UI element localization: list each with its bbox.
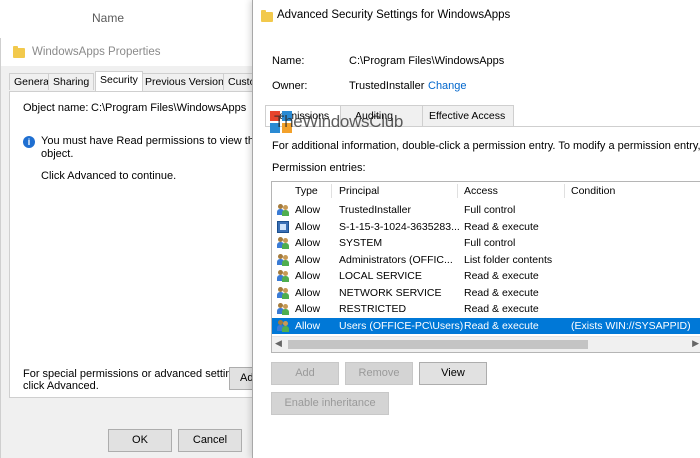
principal-cell: NETWORK SERVICE (339, 286, 442, 299)
principal-cell: RESTRICTED (339, 303, 407, 315)
principal-cell: S-1-15-3-1024-3635283... (339, 220, 460, 233)
info-message-line2: object. (41, 148, 74, 160)
info-icon: i (23, 136, 35, 148)
permission-entry-row[interactable]: Allow RESTRICTED Read & execute (272, 301, 700, 317)
properties-title: WindowsApps Properties (32, 46, 161, 58)
access-cell: Read & execute (464, 319, 539, 332)
principal-cell: LOCAL SERVICE (339, 270, 422, 282)
tab-previous-versions[interactable]: Previous Versions (140, 73, 235, 90)
users-icon (277, 237, 290, 249)
properties-tabs: General Sharing Security Previous Versio… (9, 71, 261, 92)
users-icon (277, 204, 290, 216)
cancel-button[interactable]: Cancel (178, 429, 242, 452)
permission-entry-row[interactable]: Allow Users (OFFICE-PC\Users) Read & execu… (272, 317, 700, 334)
column-separator[interactable] (564, 184, 565, 198)
view-button[interactable]: View (419, 362, 487, 385)
access-cell: List folder contents (464, 253, 553, 266)
principal-cell: Users (OFFICE-PC\Users) (339, 319, 464, 332)
access-cell: Full control (464, 204, 516, 216)
principal-cell: TrustedInstaller (339, 204, 411, 216)
type-cell: Allow (295, 237, 321, 249)
horizontal-scrollbar[interactable]: ◀ ▶ (272, 336, 700, 352)
remove-button[interactable]: Remove (345, 362, 413, 385)
properties-titlebar[interactable]: WindowsApps Properties (1, 38, 253, 66)
permission-entries-list[interactable]: Type Principal Access Condition Allow Tru… (271, 181, 700, 353)
object-name-label: Object name: (23, 102, 89, 114)
type-cell: Allow (295, 286, 321, 299)
change-owner-link[interactable]: Change (428, 80, 467, 92)
type-cell: Allow (295, 319, 321, 332)
users-icon (277, 253, 290, 266)
advanced-security-window: Advanced Security Settings for WindowsAp… (252, 0, 700, 458)
enable-inheritance-button[interactable]: Enable inheritance (271, 392, 389, 415)
principal-cell: Administrators (OFFIC... (339, 253, 453, 266)
security-panel: Object name: C:\Program Files\WindowsApp… (9, 91, 291, 398)
object-name-value: C:\Program Files\WindowsApps (91, 102, 247, 114)
tab-sharing[interactable]: Sharing (48, 73, 95, 90)
watermark-text: TheWindowsClub (274, 112, 404, 131)
folder-icon (13, 46, 25, 58)
tab-security[interactable]: Security (95, 71, 143, 91)
owner-label: Owner: (272, 80, 308, 92)
access-cell: Read & execute (464, 303, 539, 315)
users-icon (277, 270, 290, 282)
scroll-right-arrow-icon[interactable]: ▶ (692, 338, 699, 349)
users-icon (277, 319, 290, 332)
permission-entry-row[interactable]: Allow S-1-15-3-1024-3635283... Read & exec… (272, 219, 700, 235)
special-permissions-line2: click Advanced. (23, 380, 99, 392)
type-cell: Allow (295, 270, 321, 282)
special-permissions-line1: For special permissions or advanced sett… (23, 368, 247, 380)
access-cell: Full control (464, 237, 516, 249)
name-label: Name: (272, 55, 305, 67)
properties-window: WindowsApps Properties General Sharing S… (0, 38, 291, 458)
users-icon (277, 303, 290, 315)
add-button[interactable]: Add (271, 362, 339, 385)
type-cell: Allow (295, 253, 321, 266)
type-cell: Allow (295, 220, 321, 233)
owner-value: TrustedInstaller (349, 80, 425, 92)
principal-column-header[interactable]: Principal (339, 185, 379, 197)
name-column-header[interactable]: Name (92, 11, 124, 25)
condition-cell: (Exists WIN://SYSAPPID) (571, 319, 691, 332)
click-advanced-text: Click Advanced to continue. (41, 170, 177, 182)
access-cell: Read & execute (464, 220, 539, 233)
column-separator[interactable] (457, 184, 458, 198)
tab-effective-access[interactable]: Effective Access (422, 105, 514, 127)
ok-button[interactable]: OK (108, 429, 172, 452)
type-cell: Allow (295, 303, 321, 315)
advanced-title: Advanced Security Settings for WindowsAp… (277, 9, 511, 21)
condition-column-header[interactable]: Condition (571, 185, 615, 197)
permission-entry-row[interactable]: Allow NETWORK SERVICE Read & execute (272, 285, 700, 301)
type-cell: Allow (295, 204, 321, 216)
permission-entry-row[interactable]: Allow LOCAL SERVICE Read & execute (272, 268, 700, 284)
access-column-header[interactable]: Access (464, 185, 498, 197)
permission-entry-row[interactable]: Allow Administrators (OFFIC... List folder… (272, 252, 700, 268)
instructions-text: For additional information, double-click… (272, 140, 700, 152)
principal-cell: SYSTEM (339, 237, 383, 249)
scrollbar-thumb[interactable] (288, 340, 588, 349)
name-value: C:\Program Files\WindowsApps (349, 55, 505, 67)
users-icon (277, 286, 290, 299)
column-separator[interactable] (331, 184, 332, 198)
permission-entry-row[interactable]: Allow SYSTEM Full control (272, 235, 700, 251)
package-icon (277, 220, 289, 233)
permission-entries-label: Permission entries: (272, 162, 366, 174)
scroll-left-arrow-icon[interactable]: ◀ (275, 338, 282, 349)
permission-entry-row[interactable]: Allow TrustedInstaller Full control (272, 202, 700, 218)
access-cell: Read & execute (464, 286, 539, 299)
type-column-header[interactable]: Type (295, 185, 318, 197)
access-cell: Read & execute (464, 270, 539, 282)
folder-icon (261, 10, 273, 22)
